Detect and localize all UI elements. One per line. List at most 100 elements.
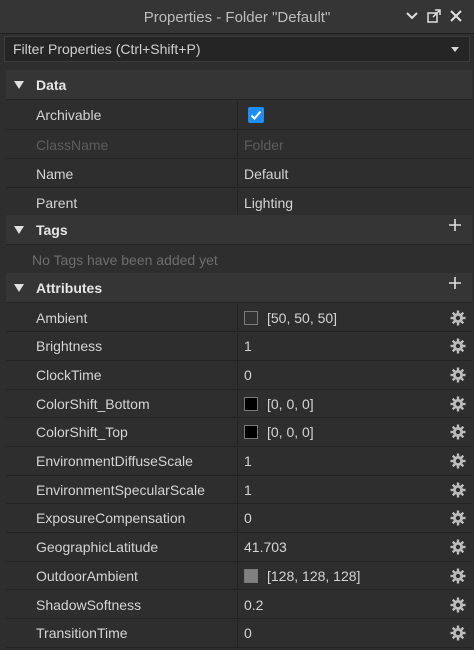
filter-properties-input[interactable] [5, 37, 445, 61]
section-header-attributes[interactable]: Attributes [6, 273, 472, 303]
attribute-row-clocktime[interactable]: ClockTime 0 [6, 361, 472, 390]
attribute-row-environmentdiffusescale[interactable]: EnvironmentDiffuseScale 1 [6, 447, 472, 476]
caret-down-icon[interactable] [449, 42, 461, 56]
attribute-name: ShadowSoftness [36, 596, 142, 613]
window-title: Properties - Folder "Default" [143, 9, 331, 26]
column-divider[interactable] [237, 591, 238, 619]
triangle-down-icon[interactable] [14, 226, 24, 234]
attribute-value: 0 [244, 625, 252, 642]
attribute-value-field[interactable]: 0 [244, 367, 252, 383]
property-row-archivable[interactable]: Archivable [6, 101, 472, 130]
gear-icon[interactable] [450, 482, 466, 498]
column-divider[interactable] [237, 361, 238, 389]
gear-icon[interactable] [450, 396, 466, 412]
column-divider[interactable] [237, 447, 238, 475]
gear-icon[interactable] [450, 568, 466, 584]
attribute-value-field[interactable]: [0, 0, 0] [244, 396, 314, 412]
attribute-value: [50, 50, 50] [267, 309, 338, 326]
gear-icon[interactable] [450, 338, 466, 354]
gear-icon[interactable] [450, 539, 466, 555]
attribute-row-brightness[interactable]: Brightness 1 [6, 332, 472, 361]
attribute-row-transitiontime[interactable]: TransitionTime 0 [6, 619, 472, 648]
attribute-value-field[interactable]: 1 [244, 453, 252, 469]
column-divider[interactable] [237, 390, 238, 418]
column-divider [237, 131, 238, 158]
attribute-value: 1 [244, 453, 252, 470]
add-tag-plus-icon[interactable] [448, 218, 462, 232]
undock-icon[interactable] [426, 8, 442, 24]
attribute-value-field[interactable]: 41.703 [244, 539, 287, 555]
triangle-down-icon[interactable] [14, 284, 24, 292]
gear-icon[interactable] [450, 310, 466, 326]
attribute-value: 1 [244, 338, 252, 355]
chevron-down-icon[interactable] [404, 8, 420, 24]
attribute-value-field[interactable]: 1 [244, 338, 252, 354]
attribute-value-field[interactable]: [0, 0, 0] [244, 424, 314, 440]
attribute-value: [0, 0, 0] [267, 395, 314, 412]
attribute-value: 0 [244, 366, 252, 383]
gear-icon[interactable] [450, 424, 466, 440]
attribute-value-field[interactable]: [50, 50, 50] [244, 310, 337, 326]
attribute-row-outdoorambient[interactable]: OutdoorAmbient [128, 128, 128] [6, 562, 472, 591]
property-name: ClassName [36, 136, 109, 153]
attribute-value: 1 [244, 481, 252, 498]
gear-icon[interactable] [450, 453, 466, 469]
attribute-value-field[interactable]: 0 [244, 625, 252, 641]
attribute-value: [128, 128, 128] [267, 567, 361, 584]
name-value-field[interactable]: Default [244, 166, 288, 182]
close-icon[interactable] [448, 8, 464, 24]
section-header-data[interactable]: Data [6, 70, 472, 100]
color-swatch[interactable] [244, 396, 258, 411]
section-label-tags: Tags [36, 222, 68, 238]
parent-value-field[interactable]: Lighting [244, 195, 293, 211]
attribute-name: ClockTime [36, 366, 102, 383]
attribute-row-exposurecompensation[interactable]: ExposureCompensation 0 [6, 504, 472, 534]
gear-icon[interactable] [450, 367, 466, 383]
color-swatch[interactable] [244, 310, 258, 325]
column-divider[interactable] [237, 160, 238, 187]
column-divider[interactable] [237, 332, 238, 360]
archivable-checkbox[interactable] [248, 107, 264, 123]
attribute-row-colorshift-bottom[interactable]: ColorShift_Bottom [0, 0, 0] [6, 390, 472, 419]
column-divider[interactable] [237, 476, 238, 504]
attribute-value: 0.2 [244, 596, 264, 613]
attribute-value-field[interactable]: [128, 128, 128] [244, 568, 360, 584]
column-divider[interactable] [237, 304, 238, 332]
gear-icon[interactable] [450, 625, 466, 641]
gear-icon[interactable] [450, 510, 466, 526]
column-divider[interactable] [237, 418, 238, 446]
attribute-row-colorshift-top[interactable]: ColorShift_Top [0, 0, 0] [6, 418, 472, 447]
attribute-value-field[interactable]: 0 [244, 510, 252, 526]
property-row-name[interactable]: Name Default [6, 160, 472, 188]
filter-bar [4, 36, 470, 62]
attribute-name: GeographicLatitude [36, 539, 159, 556]
attribute-row-environmentspecularscale[interactable]: EnvironmentSpecularScale 1 [6, 476, 472, 505]
properties-title-bar: Properties - Folder "Default" [0, 0, 474, 34]
attribute-value: 41.703 [244, 539, 287, 556]
tags-empty-state: No Tags have been added yet [6, 246, 472, 274]
attribute-name: OutdoorAmbient [36, 567, 138, 584]
attribute-row-ambient[interactable]: Ambient [50, 50, 50] [6, 304, 472, 333]
attribute-name: ColorShift_Top [36, 424, 128, 441]
section-header-tags[interactable]: Tags [6, 215, 472, 245]
attribute-row-geographiclatitude[interactable]: GeographicLatitude 41.703 [6, 533, 472, 562]
gear-icon[interactable] [450, 597, 466, 613]
color-swatch[interactable] [244, 425, 258, 440]
triangle-down-icon[interactable] [14, 81, 24, 89]
attribute-name: ExposureCompensation [36, 510, 186, 527]
attribute-value-field[interactable]: 0.2 [244, 597, 263, 613]
attribute-row-shadowsoftness[interactable]: ShadowSoftness 0.2 [6, 591, 472, 620]
add-attribute-plus-icon[interactable] [448, 276, 462, 290]
column-divider[interactable] [237, 619, 238, 647]
section-label-data: Data [36, 77, 67, 93]
column-divider[interactable] [237, 189, 238, 216]
attribute-name: TransitionTime [36, 625, 128, 642]
column-divider[interactable] [237, 504, 238, 533]
property-row-parent[interactable]: Parent Lighting [6, 189, 472, 217]
properties-panel: Data Archivable ClassName Folder Name De… [6, 70, 472, 650]
color-swatch[interactable] [244, 568, 258, 583]
attribute-value-field[interactable]: 1 [244, 482, 252, 498]
column-divider[interactable] [237, 533, 238, 561]
column-divider[interactable] [237, 562, 238, 590]
column-divider[interactable] [237, 101, 238, 129]
